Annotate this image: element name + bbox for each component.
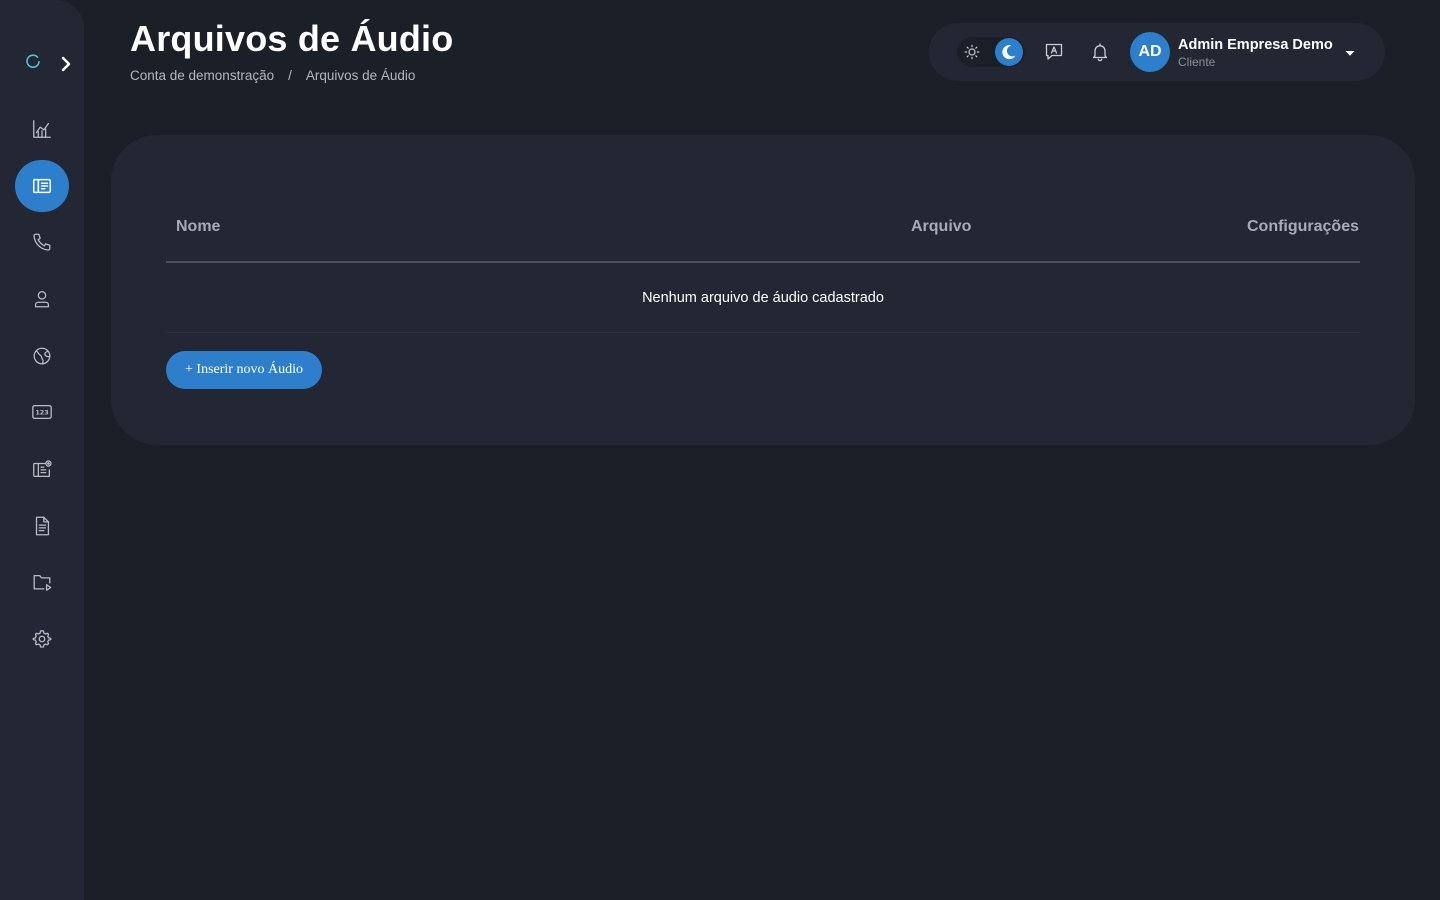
empty-table-message: Nenhum arquivo de áudio cadastrado: [642, 290, 884, 306]
avatar[interactable]: AD: [1130, 32, 1170, 72]
sidebar-item-audio-files[interactable]: [15, 160, 69, 212]
moon-icon: [1002, 45, 1016, 60]
add-audio-button[interactable]: + Inserir novo Áudio: [166, 351, 322, 389]
page-title: Arquivos de Áudio: [130, 18, 454, 59]
media-folder-icon: [33, 574, 52, 591]
user-name[interactable]: Admin Empresa Demo: [1178, 37, 1333, 53]
sidebar-item-media-folder[interactable]: [15, 556, 69, 608]
theme-toggle[interactable]: [957, 37, 1025, 67]
sidebar: 123: [0, 0, 84, 900]
library-settings-icon: [33, 460, 52, 477]
sidebar-item-users[interactable]: [15, 273, 69, 325]
breadcrumb-separator: /: [288, 68, 292, 83]
audio-library-icon: [33, 178, 51, 194]
table-header-divider: [166, 261, 1360, 263]
sidebar-item-network[interactable]: [15, 330, 69, 382]
user-role: Cliente: [1178, 55, 1216, 69]
globe-icon: [33, 347, 51, 365]
sun-icon: [964, 44, 980, 60]
spinner-logo-icon: [26, 54, 40, 68]
chevron-right-icon[interactable]: [57, 54, 75, 74]
document-icon: [35, 516, 50, 536]
phone-icon: [33, 233, 51, 251]
column-header-settings: Configurações: [1246, 218, 1359, 235]
sidebar-top: [24, 50, 74, 78]
svg-text:123: 123: [35, 408, 48, 416]
breadcrumb-account[interactable]: Conta de demonstração: [130, 68, 274, 83]
user-icon: [34, 291, 50, 308]
sidebar-item-calls[interactable]: [15, 216, 69, 268]
table-row-divider: [166, 332, 1360, 333]
numbers-icon: 123: [32, 404, 52, 420]
sidebar-item-library-settings[interactable]: [15, 443, 69, 495]
column-header-file: Arquivo: [911, 218, 972, 235]
chart-icon: [33, 120, 51, 138]
sidebar-item-settings[interactable]: [15, 613, 69, 665]
sidebar-item-numbers[interactable]: 123: [15, 386, 69, 438]
topbar: AD Admin Empresa Demo Cliente: [929, 23, 1385, 81]
sidebar-item-dashboard[interactable]: [15, 103, 69, 155]
notifications-button[interactable]: [1088, 40, 1112, 64]
bell-icon: [1092, 43, 1108, 62]
theme-light-button[interactable]: [959, 39, 985, 65]
chat-icon: [1045, 43, 1063, 60]
breadcrumb: Conta de demonstração / Arquivos de Áudi…: [130, 68, 415, 83]
theme-dark-button[interactable]: [995, 38, 1023, 66]
breadcrumb-current: Arquivos de Áudio: [305, 68, 416, 83]
column-header-name: Nome: [176, 218, 221, 235]
audio-files-card: Nome Arquivo Configurações Nenhum arquiv…: [111, 135, 1415, 445]
chat-button[interactable]: [1042, 40, 1066, 64]
caret-down-icon[interactable]: [1343, 46, 1357, 60]
gear-icon: [32, 630, 52, 648]
sidebar-item-reports[interactable]: [15, 500, 69, 552]
